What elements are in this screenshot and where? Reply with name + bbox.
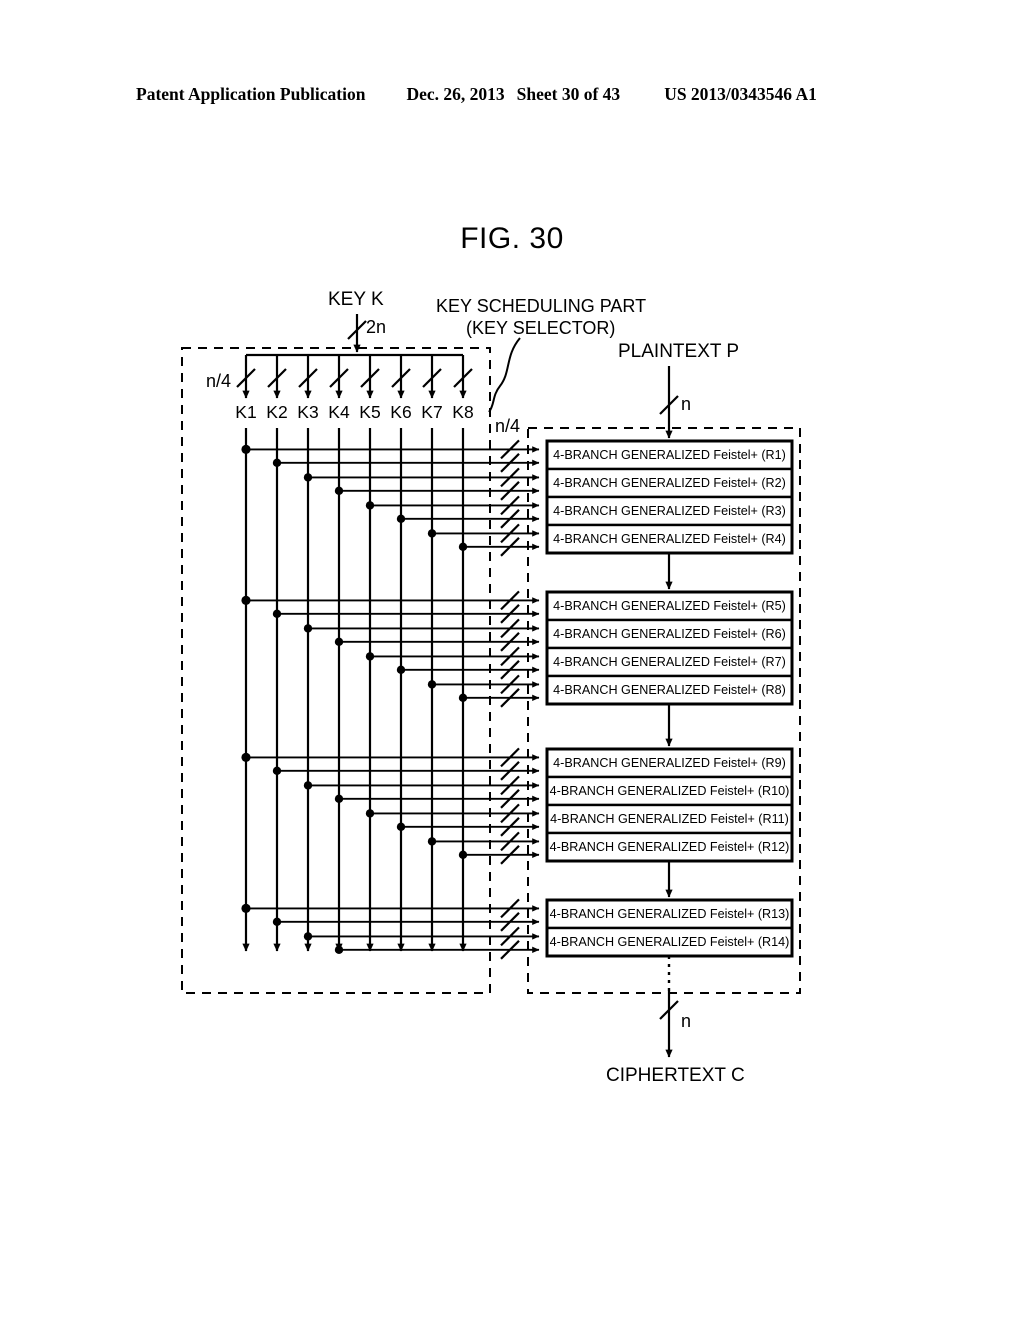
plaintext-width-label: n bbox=[681, 394, 691, 414]
key-label-k4: K4 bbox=[328, 402, 350, 422]
key-junction-dot-11 bbox=[303, 624, 313, 633]
round-box-label: 4-BRANCH GENERALIZED Feistel+ (R3) bbox=[553, 504, 786, 518]
round-box-label: 4-BRANCH GENERALIZED Feistel+ (R10) bbox=[550, 784, 790, 798]
figure-30-diagram: KEY K 2n KEY SCHEDULING PART (KEY SELECT… bbox=[181, 289, 801, 1086]
round-box-label: 4-BRANCH GENERALIZED Feistel+ (R12) bbox=[550, 840, 790, 854]
key-junction-dot-5 bbox=[365, 501, 375, 510]
key-label-k8: K8 bbox=[452, 402, 473, 422]
round-box-label: 4-BRANCH GENERALIZED Feistel+ (R2) bbox=[553, 476, 786, 490]
key-label-k2: K2 bbox=[266, 402, 287, 422]
key-junction-dot-19 bbox=[303, 781, 313, 790]
key-junction-dot-24 bbox=[458, 850, 468, 860]
key-junction-dot-18 bbox=[272, 766, 282, 776]
key-junction-dot-12 bbox=[334, 637, 344, 647]
key-junction-dot-27 bbox=[303, 932, 313, 941]
key-junction-dot-1 bbox=[241, 444, 251, 454]
key-junction-dot-20 bbox=[334, 794, 344, 804]
key-junction-dot-23 bbox=[427, 837, 437, 846]
key-junction-dot-28 bbox=[334, 945, 344, 955]
key-junction-dot-2 bbox=[272, 458, 282, 468]
key-label-k3: K3 bbox=[297, 402, 318, 422]
round-box-label: 4-BRANCH GENERALIZED Feistel+ (R6) bbox=[553, 627, 786, 641]
key-width-label: 2n bbox=[366, 317, 386, 337]
key-junction-dot-7 bbox=[427, 529, 437, 538]
key-k-label: KEY K bbox=[328, 289, 384, 310]
round-box-label: 4-BRANCH GENERALIZED Feistel+ (R11) bbox=[550, 812, 789, 826]
key-scheduling-label-line2: (KEY SELECTOR) bbox=[466, 318, 615, 338]
key-junction-dot-3 bbox=[303, 473, 313, 482]
key-junction-dot-4 bbox=[334, 486, 344, 496]
patent-page: Patent Application Publication Dec. 26, … bbox=[0, 0, 1024, 1320]
key-fanout-width-label: n/4 bbox=[206, 371, 231, 391]
key-junction-dot-16 bbox=[458, 693, 468, 703]
key-label-k1: K1 bbox=[235, 402, 256, 422]
key-junction-dot-8 bbox=[458, 542, 468, 552]
key-junction-dot-14 bbox=[396, 665, 406, 675]
plaintext-label: PLAINTEXT P bbox=[618, 341, 739, 362]
round-key-width-label: n/4 bbox=[495, 416, 520, 436]
key-junction-dot-21 bbox=[365, 809, 375, 818]
round-box-label: 4-BRANCH GENERALIZED Feistel+ (R9) bbox=[553, 756, 786, 770]
key-label-k7: K7 bbox=[421, 402, 442, 422]
key-scheduling-label-line1: KEY SCHEDULING PART bbox=[436, 296, 646, 316]
ciphertext-width-label: n bbox=[681, 1011, 691, 1031]
round-box-label: 4-BRANCH GENERALIZED Feistel+ (R1) bbox=[553, 448, 786, 462]
key-label-k6: K6 bbox=[390, 402, 411, 422]
round-box-label: 4-BRANCH GENERALIZED Feistel+ (R7) bbox=[553, 655, 786, 669]
key-junction-dot-13 bbox=[365, 652, 375, 661]
key-junction-dot-6 bbox=[396, 514, 406, 524]
key-junction-dot-15 bbox=[427, 680, 437, 689]
round-box-label: 4-BRANCH GENERALIZED Feistel+ (R5) bbox=[553, 599, 786, 613]
key-junction-dot-25 bbox=[241, 903, 251, 914]
key-junction-dot-10 bbox=[272, 609, 282, 619]
key-junction-dot-9 bbox=[241, 595, 251, 606]
key-junction-dot-26 bbox=[272, 917, 282, 927]
key-junction-dot-22 bbox=[396, 822, 406, 832]
key-scheduling-leader-line bbox=[488, 337, 521, 413]
round-box-label: 4-BRANCH GENERALIZED Feistel+ (R13) bbox=[550, 907, 790, 921]
round-box-label: 4-BRANCH GENERALIZED Feistel+ (R8) bbox=[553, 683, 786, 697]
ciphertext-label: CIPHERTEXT C bbox=[606, 1065, 745, 1086]
round-box-label: 4-BRANCH GENERALIZED Feistel+ (R14) bbox=[550, 935, 790, 949]
key-junction-dot-17 bbox=[241, 752, 251, 763]
round-box-label: 4-BRANCH GENERALIZED Feistel+ (R4) bbox=[553, 532, 786, 546]
key-label-k5: K5 bbox=[359, 402, 380, 422]
